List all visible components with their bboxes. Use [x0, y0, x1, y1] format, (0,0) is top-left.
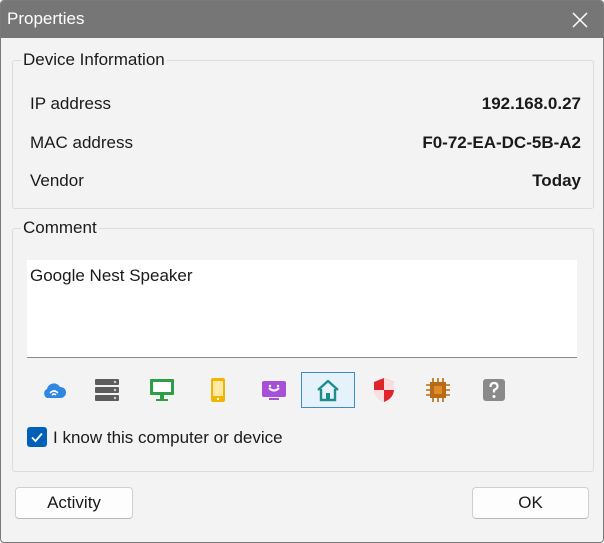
comment-group: Comment Google Nest Speaker I know this …	[12, 218, 594, 472]
ok-button[interactable]: OK	[472, 487, 589, 519]
close-button[interactable]	[557, 1, 603, 38]
vendor-label: Vendor	[30, 171, 84, 190]
vendor-row: Vendor Today	[30, 171, 581, 195]
monitor-icon	[150, 379, 174, 401]
comment-label: Comment	[21, 218, 99, 238]
vendor-value: Today	[532, 171, 581, 190]
device-type-phone[interactable]	[191, 372, 245, 408]
phone-icon	[211, 378, 225, 402]
device-type-server[interactable]	[80, 372, 134, 408]
ip-address-value: 192.168.0.27	[481, 94, 581, 113]
chip-icon	[426, 378, 450, 402]
device-information-group: Device Information IP address 192.168.0.…	[12, 50, 594, 209]
window-title: Properties	[7, 9, 85, 28]
close-icon	[572, 11, 588, 28]
title-bar: Properties	[1, 1, 603, 38]
activity-button[interactable]: Activity	[15, 487, 133, 519]
ip-address-label: IP address	[30, 94, 111, 113]
device-type-tv[interactable]	[247, 372, 301, 408]
mac-address-value: F0-72-EA-DC-5B-A2	[422, 133, 581, 152]
server-icon	[95, 379, 119, 401]
ip-address-row: IP address 192.168.0.27	[30, 94, 581, 118]
known-device-checkbox-label: I know this computer or device	[53, 428, 283, 447]
known-device-checkbox[interactable]	[27, 427, 47, 447]
device-type-chip[interactable]	[411, 372, 465, 408]
shield-icon	[374, 378, 394, 402]
comment-textbox[interactable]: Google Nest Speaker	[27, 260, 577, 358]
home-icon	[317, 379, 339, 402]
device-type-home[interactable]	[301, 372, 355, 408]
device-type-monitor[interactable]	[135, 372, 189, 408]
properties-dialog: Properties Device Information IP address…	[0, 0, 604, 543]
device-type-wifi-cloud[interactable]	[27, 372, 81, 408]
device-type-unknown[interactable]	[467, 372, 521, 408]
wifi-cloud-icon	[44, 383, 67, 398]
mac-address-row: MAC address F0-72-EA-DC-5B-A2	[30, 133, 581, 157]
mac-address-label: MAC address	[30, 133, 133, 152]
device-type-bar	[27, 372, 547, 410]
unknown-icon	[483, 379, 505, 401]
tv-icon	[262, 381, 286, 400]
checkmark-icon	[31, 432, 43, 443]
device-information-label: Device Information	[21, 50, 167, 70]
device-type-shield[interactable]	[357, 372, 411, 408]
